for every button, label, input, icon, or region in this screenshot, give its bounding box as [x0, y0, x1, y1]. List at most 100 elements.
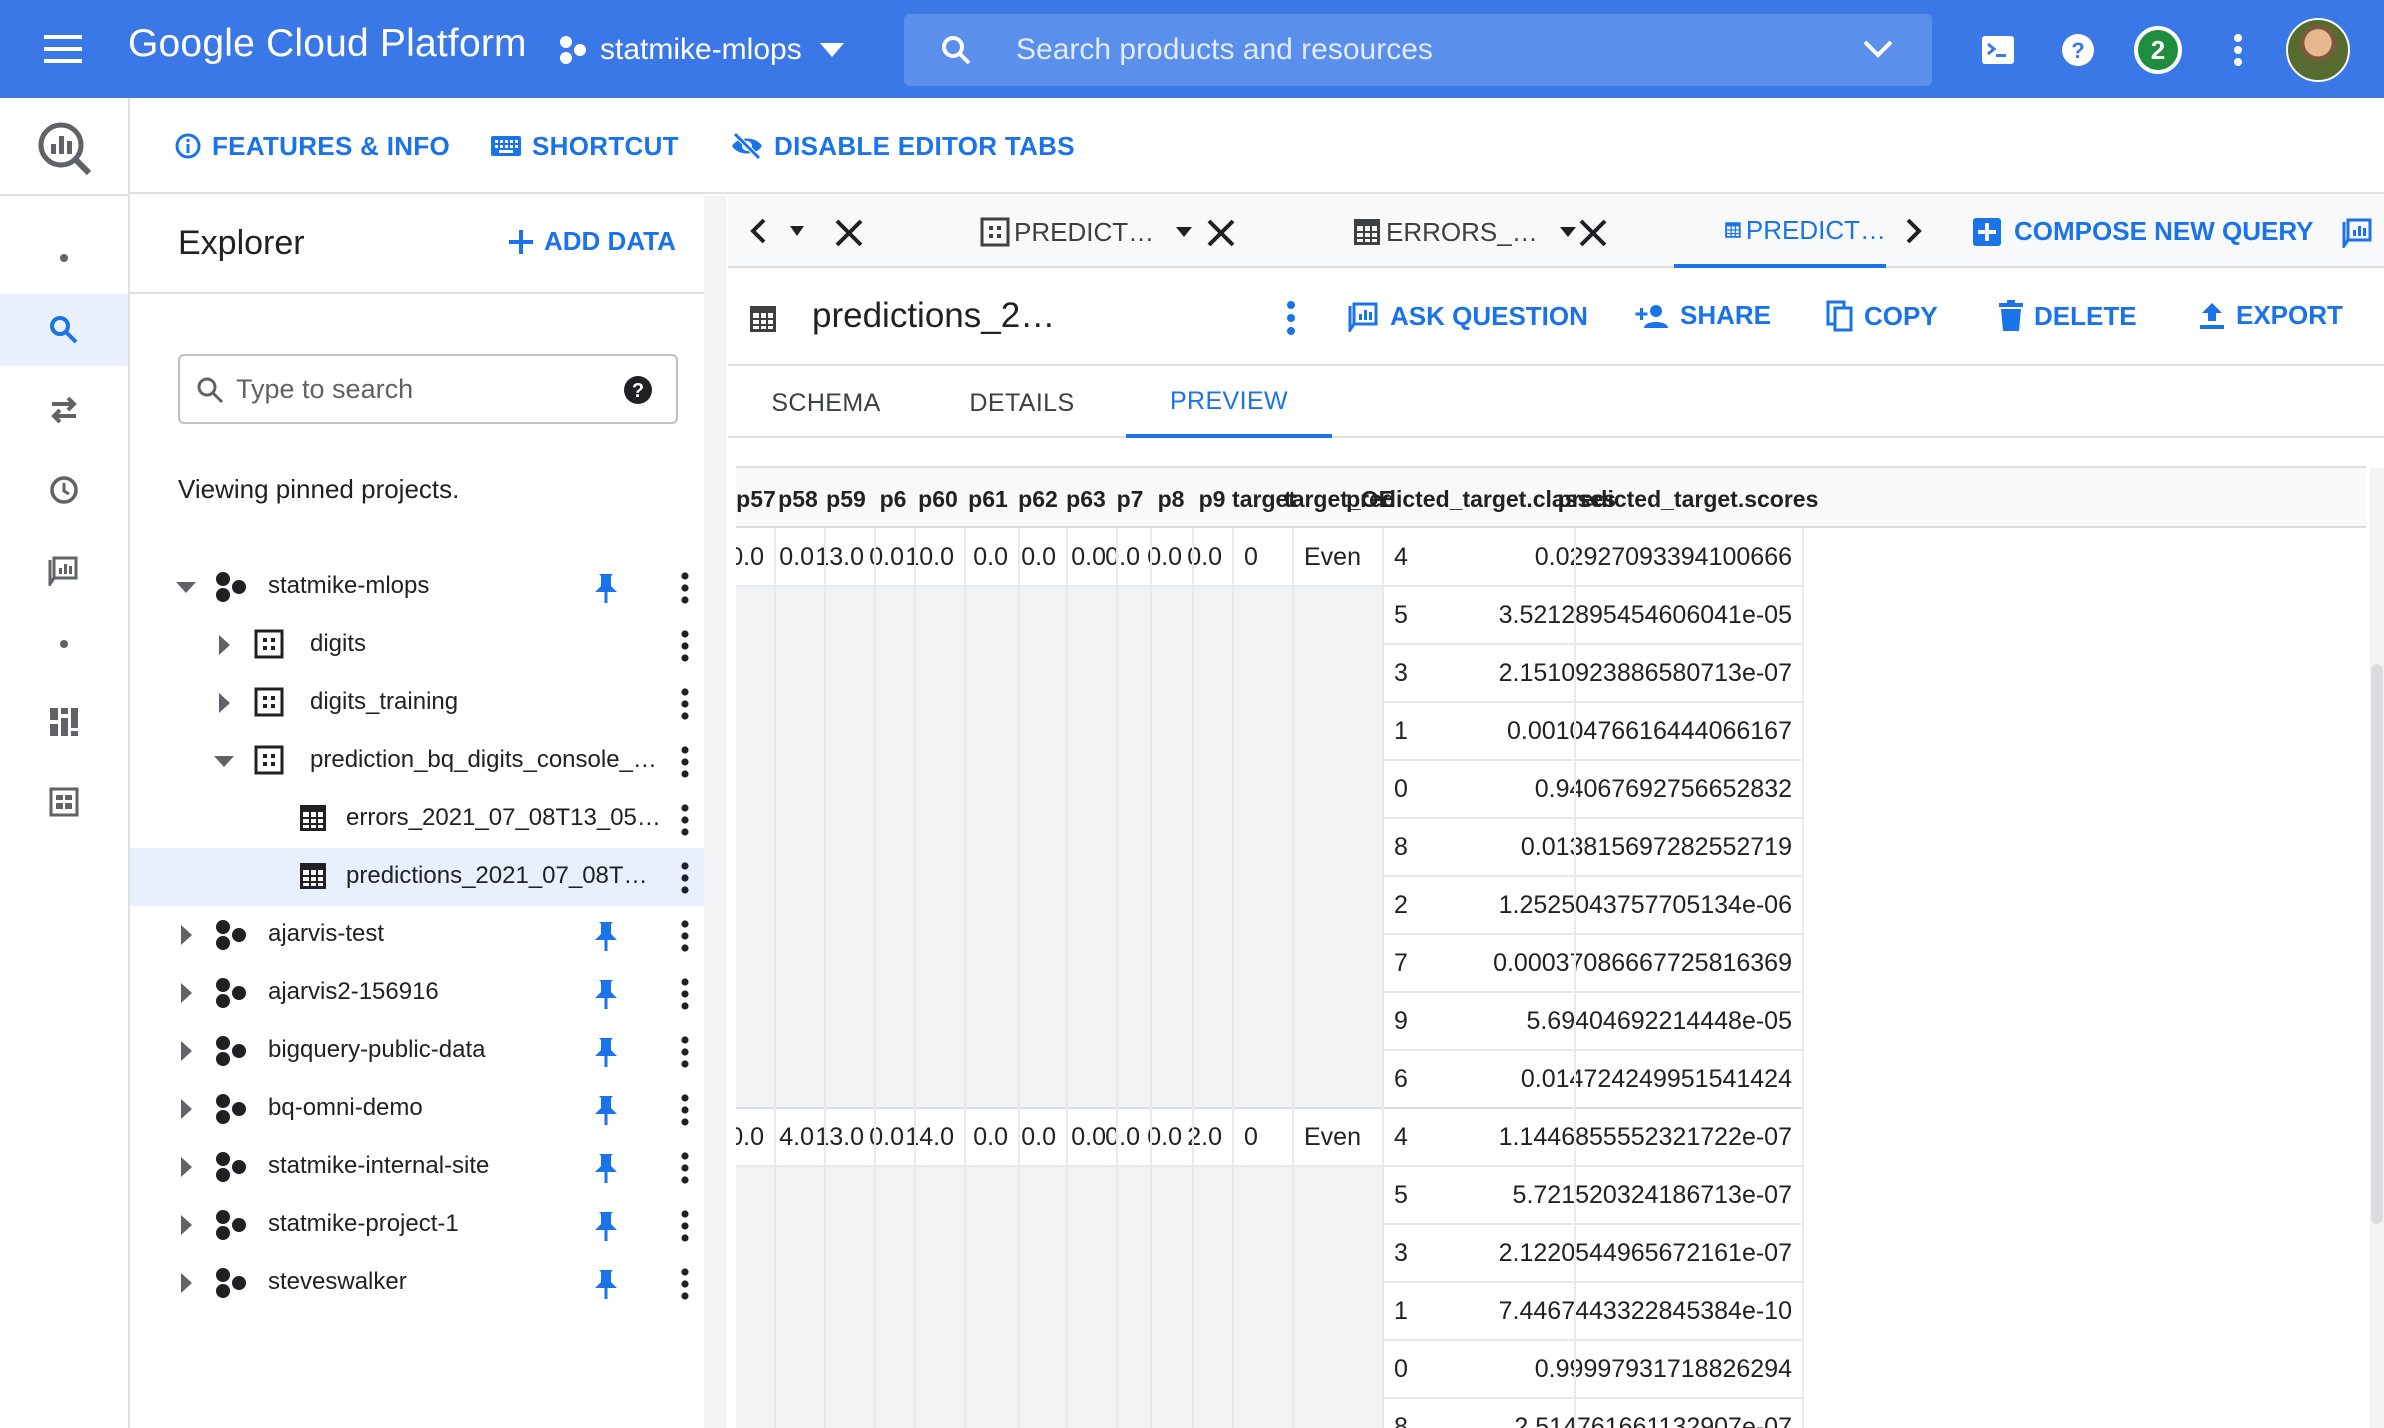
caret-right-icon[interactable] — [174, 981, 198, 1005]
grid-cell[interactable]: Even — [1292, 528, 1382, 586]
grid-cell[interactable]: 0.0 — [964, 1108, 1018, 1166]
more-vert-icon[interactable] — [1276, 298, 1306, 338]
explorer-search-input[interactable] — [236, 370, 616, 408]
copy-button[interactable]: COPY — [1826, 300, 1938, 332]
more-vert-icon[interactable] — [670, 860, 700, 896]
more-vert-icon[interactable] — [670, 1034, 700, 1070]
pin-icon[interactable] — [592, 1094, 620, 1126]
scrollbar-thumb[interactable] — [2371, 664, 2383, 1224]
column-header[interactable]: p9 — [1192, 468, 1232, 530]
rail-item-transfers[interactable] — [0, 374, 128, 446]
disable-editor-tabs-button[interactable]: DISABLE EDITOR TABS — [730, 128, 1075, 164]
predicted-score-cell[interactable]: 0.94067692756652832 — [1535, 760, 1802, 818]
grid-cell[interactable]: 0.0 — [1018, 528, 1066, 586]
grid-cell[interactable]: 0 — [1232, 528, 1292, 586]
predicted-score-cell[interactable]: 2.1510923886580713e-07 — [1499, 644, 1802, 702]
grid-cell[interactable]: 0.0 — [1187, 528, 1232, 586]
predicted-score-cell[interactable]: 0.0010476616444066167 — [1507, 702, 1802, 760]
rail-item-reservations[interactable] — [0, 686, 128, 758]
predicted-score-cell[interactable]: 1.1446855552321722e-07 — [1499, 1108, 1802, 1166]
column-header[interactable]: predicted_target.scores — [1558, 468, 1819, 530]
column-header[interactable]: p7 — [1110, 468, 1150, 530]
ask-question-button[interactable]: ASK QUESTION — [1348, 300, 1588, 332]
tab-details[interactable]: DETAILS — [924, 368, 1120, 438]
features-info-button[interactable]: FEATURES & INFO — [174, 128, 450, 164]
grid-cell[interactable]: 0.0 — [736, 1108, 774, 1166]
predicted-score-cell[interactable]: 5.721520324186713e-07 — [1513, 1166, 1802, 1224]
caret-right-icon[interactable] — [174, 1213, 198, 1237]
explorer-scrollbar[interactable] — [704, 196, 726, 1428]
predicted-score-cell[interactable]: 2.1220544965672161e-07 — [1499, 1224, 1802, 1282]
notifications-badge[interactable]: 2 — [2134, 26, 2182, 74]
grid-cell[interactable]: 2.0 — [1187, 1108, 1232, 1166]
product-search-input[interactable] — [1016, 28, 1716, 72]
column-header[interactable]: p61 — [962, 468, 1014, 530]
caret-down-icon[interactable] — [174, 575, 198, 599]
grid-cell[interactable]: 0.0 — [1018, 1108, 1066, 1166]
caret-right-icon[interactable] — [174, 1155, 198, 1179]
project-picker[interactable]: statmike-mlops — [558, 26, 844, 74]
grid-cell[interactable]: 13.0 — [815, 1108, 874, 1166]
more-vert-icon[interactable] — [670, 1150, 700, 1186]
column-header[interactable]: p6 — [872, 468, 914, 530]
grid-cell[interactable]: 0.0 — [964, 528, 1018, 586]
delete-button[interactable]: DELETE — [1998, 300, 2137, 332]
help-icon[interactable]: ? — [2056, 28, 2100, 72]
tree-item-project[interactable]: ajarvis-test — [130, 906, 704, 964]
pin-icon[interactable] — [592, 1268, 620, 1300]
tree-item-project[interactable]: bigquery-public-data — [130, 1022, 704, 1080]
caret-right-icon[interactable] — [174, 1039, 198, 1063]
tree-item-project[interactable]: ajarvis2-156916 — [130, 964, 704, 1022]
caret-down-icon[interactable] — [212, 749, 236, 773]
tab-preview[interactable]: PREVIEW — [1126, 368, 1332, 438]
column-header[interactable]: predicted_target.classes — [1346, 468, 1616, 530]
predicted-score-cell[interactable]: 3.5212895454606041e-05 — [1499, 586, 1802, 644]
tree-item-dataset[interactable]: digits — [130, 616, 704, 674]
predicted-score-cell[interactable]: 0.014724249951541424 — [1521, 1050, 1802, 1108]
tree-item-project[interactable]: statmike-mlops — [130, 558, 704, 616]
tree-item-project[interactable]: statmike-internal-site — [130, 1138, 704, 1196]
caret-right-icon[interactable] — [212, 633, 236, 657]
export-button[interactable]: EXPORT — [2198, 300, 2343, 331]
more-vert-icon[interactable] — [670, 1208, 700, 1244]
grid-cell[interactable]: 0 — [1232, 1108, 1292, 1166]
grid-cell[interactable]: 0.0 — [1147, 528, 1192, 586]
pin-icon[interactable] — [592, 1152, 620, 1184]
column-header[interactable]: p63 — [1062, 468, 1110, 530]
more-vert-icon[interactable] — [670, 570, 700, 606]
caret-down-icon[interactable] — [1559, 227, 1576, 237]
explorer-search[interactable]: ? — [178, 354, 678, 424]
predicted-score-cell[interactable]: 7.4467443322845384e-10 — [1499, 1282, 1802, 1340]
menu-icon[interactable] — [40, 27, 90, 71]
predicted-score-cell[interactable]: 2.514761661132907e-07 — [1514, 1398, 1802, 1428]
tree-item-dataset[interactable]: digits_training — [130, 674, 704, 732]
caret-right-icon[interactable] — [212, 691, 236, 715]
chevron-down-icon[interactable] — [1862, 36, 1894, 62]
predicted-score-cell[interactable]: 0.00037086667725816369 — [1493, 934, 1802, 992]
predicted-score-cell[interactable]: 5.69404692214448e-05 — [1526, 992, 1802, 1050]
predicted-score-cell[interactable]: 1.2525043757705134e-06 — [1499, 876, 1802, 934]
column-header[interactable]: p59 — [820, 468, 872, 530]
account-avatar[interactable] — [2286, 18, 2350, 82]
more-vert-icon[interactable] — [670, 918, 700, 954]
caret-down-icon[interactable] — [1176, 227, 1193, 237]
pin-icon[interactable] — [592, 1036, 620, 1068]
caret-right-icon[interactable] — [174, 923, 198, 947]
cloud-shell-icon[interactable] — [1976, 28, 2020, 72]
pin-icon[interactable] — [592, 1210, 620, 1242]
more-vert-icon[interactable] — [670, 1092, 700, 1128]
column-header[interactable]: p8 — [1150, 468, 1192, 530]
more-vert-icon[interactable] — [670, 686, 700, 722]
shortcut-button[interactable]: SHORTCUT — [490, 128, 679, 164]
close-icon[interactable] — [1204, 216, 1238, 250]
column-header[interactable]: p57 — [736, 468, 776, 530]
more-vert-icon[interactable] — [670, 976, 700, 1012]
tree-item-project[interactable]: statmike-project-1 — [130, 1196, 704, 1254]
tab-errors[interactable]: ERRORS_… — [1352, 196, 1576, 268]
grid-cell[interactable]: 10.0 — [905, 528, 964, 586]
grid-cell[interactable]: 0.0 — [1105, 1108, 1150, 1166]
pin-icon[interactable] — [592, 978, 620, 1010]
tab-schema[interactable]: SCHEMA — [728, 368, 924, 438]
pin-icon[interactable] — [592, 572, 620, 604]
grid-cell[interactable]: 13.0 — [815, 528, 874, 586]
